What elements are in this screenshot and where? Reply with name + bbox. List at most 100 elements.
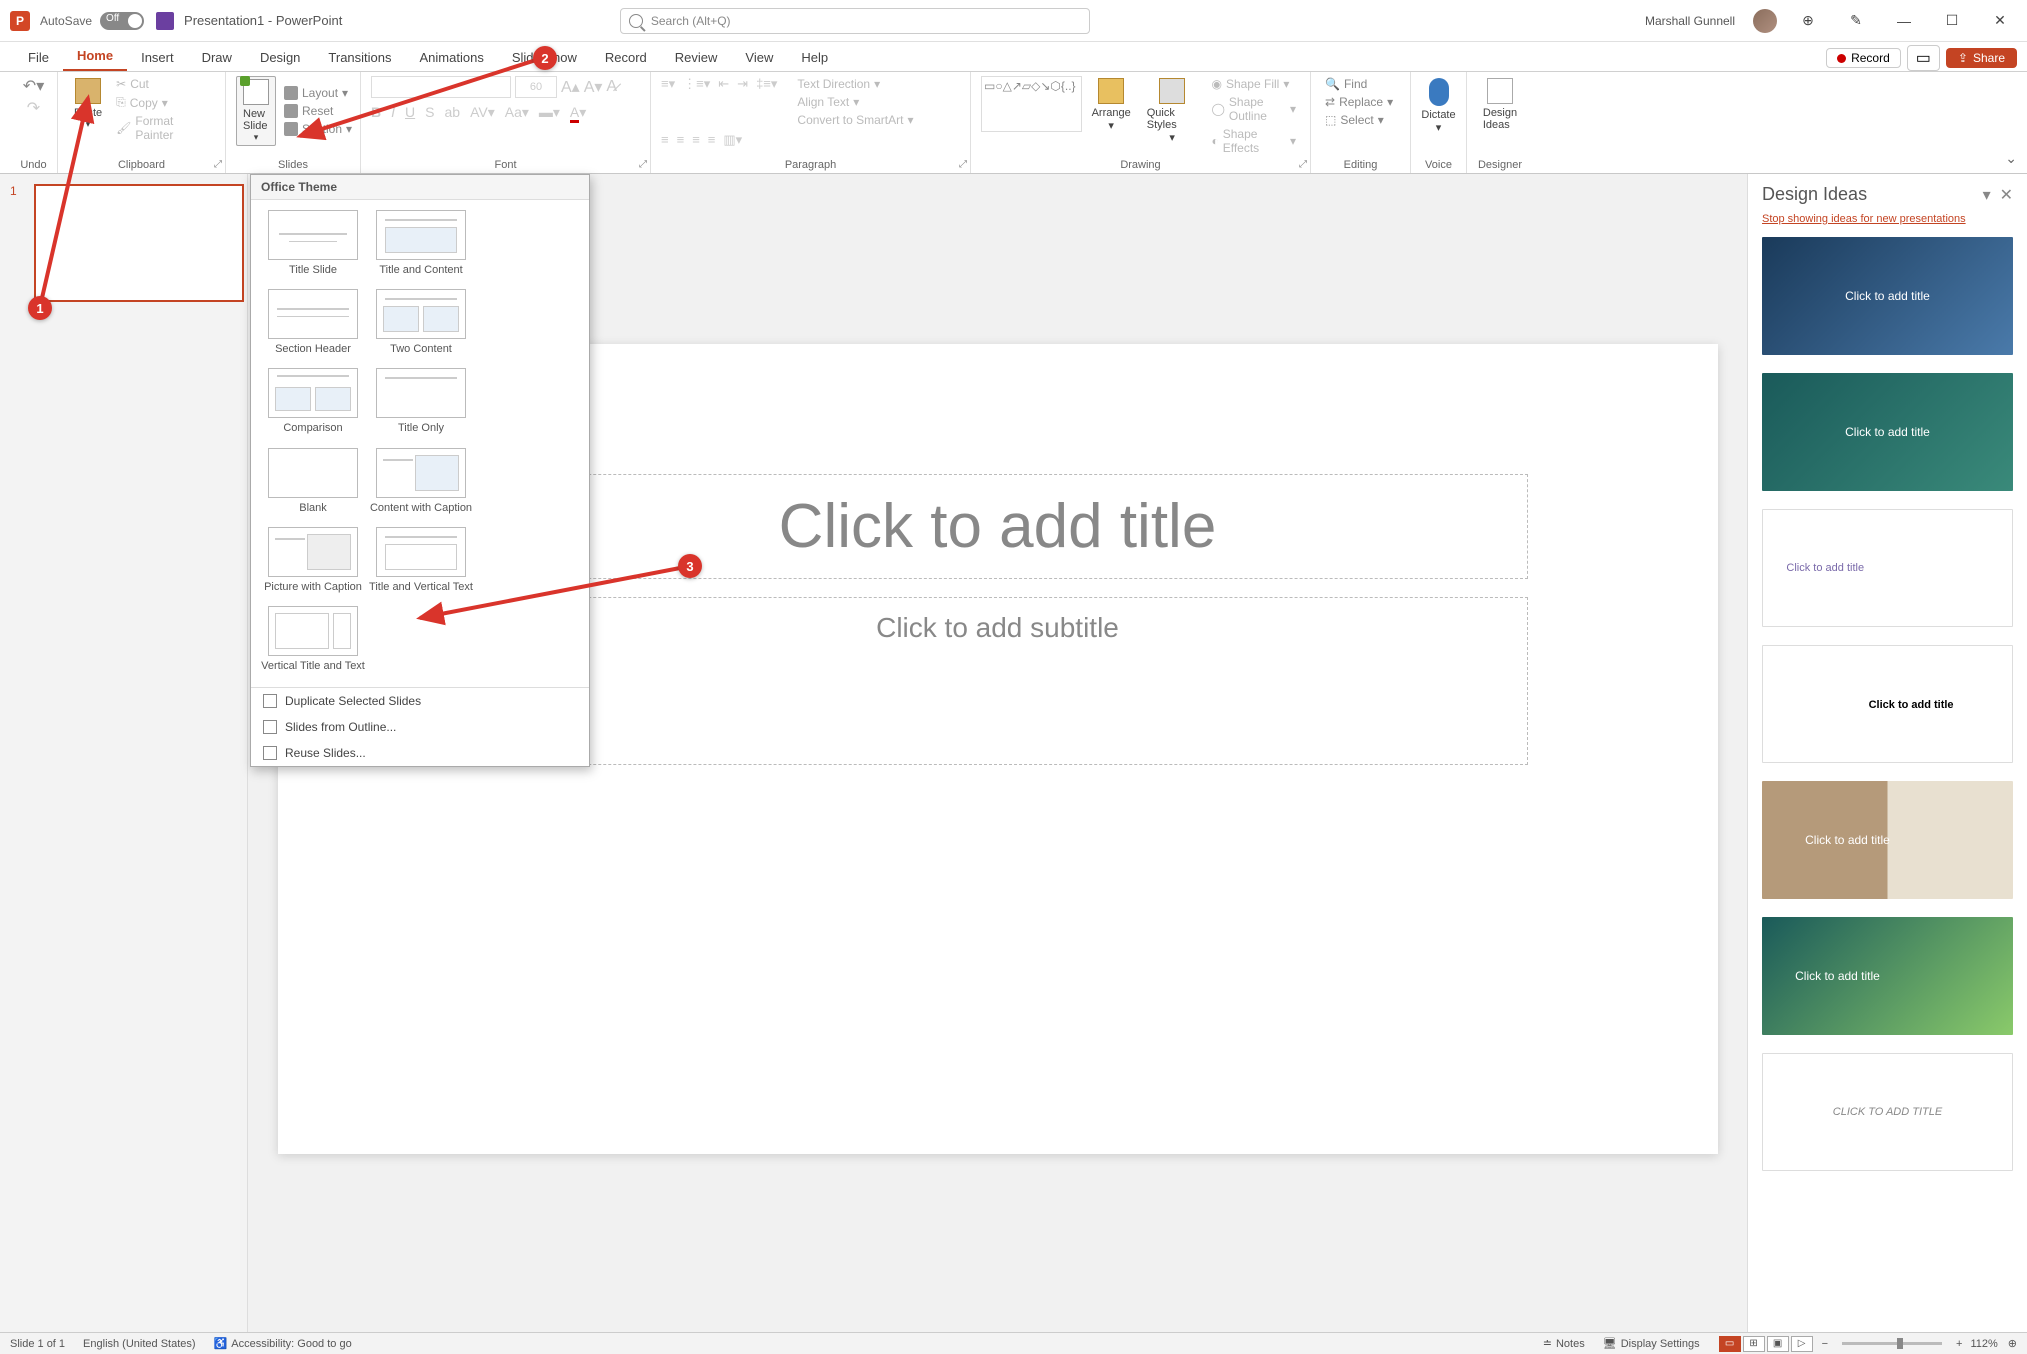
share-button[interactable]: ⇪Share bbox=[1946, 48, 2017, 68]
shape-outline-button[interactable]: ◯Shape Outline▾ bbox=[1207, 94, 1300, 124]
columns-button[interactable]: ▥▾ bbox=[723, 132, 742, 148]
document-title: Presentation1 - PowerPoint bbox=[184, 13, 342, 28]
annotation-callout-2: 2 bbox=[533, 46, 557, 70]
slide-count[interactable]: Slide 1 of 1 bbox=[10, 1338, 65, 1350]
zoom-out-button[interactable]: − bbox=[1822, 1338, 1828, 1350]
paragraph-launcher[interactable]: ⤢ bbox=[959, 159, 967, 170]
zoom-level[interactable]: 112% bbox=[1970, 1338, 1997, 1350]
stop-showing-link[interactable]: Stop showing ideas for new presentations bbox=[1762, 213, 2013, 225]
design-suggestion-3[interactable]: Click to add title bbox=[1762, 509, 2013, 627]
design-suggestion-5[interactable]: Click to add title bbox=[1762, 781, 2013, 899]
design-ideas-title: Design Ideas bbox=[1762, 184, 1867, 205]
line-spacing-button[interactable]: ‡≡▾ bbox=[756, 76, 777, 128]
tab-record[interactable]: Record bbox=[591, 44, 661, 71]
search-icon bbox=[629, 14, 643, 28]
design-suggestion-1[interactable]: Click to add title bbox=[1762, 237, 2013, 355]
status-bar: Slide 1 of 1 English (United States) ♿Ac… bbox=[0, 1332, 2027, 1354]
record-button[interactable]: Record bbox=[1826, 48, 1901, 68]
shapes-gallery[interactable]: ▭○△↗▱◇↘⬡{..} bbox=[981, 76, 1082, 132]
tab-review[interactable]: Review bbox=[661, 44, 732, 71]
select-icon: ⬚ bbox=[1325, 113, 1336, 127]
bullets-button[interactable]: ≡▾ bbox=[661, 76, 675, 128]
layout-content-caption[interactable]: Content with Caption bbox=[367, 444, 475, 523]
find-button[interactable]: 🔍Find bbox=[1321, 76, 1371, 92]
duplicate-slides-item[interactable]: Duplicate Selected Slides bbox=[251, 688, 589, 714]
text-direction-button[interactable]: Text Direction▾ bbox=[793, 76, 884, 92]
dictate-button[interactable]: Dictate▾ bbox=[1421, 76, 1456, 136]
convert-smartart-button[interactable]: Convert to SmartArt▾ bbox=[793, 112, 917, 128]
pen-icon[interactable]: ✎ bbox=[1839, 9, 1873, 33]
zoom-slider[interactable] bbox=[1842, 1342, 1942, 1345]
reuse-slides-item[interactable]: Reuse Slides... bbox=[251, 740, 589, 766]
slideshow-view-button[interactable]: ▷ bbox=[1791, 1336, 1813, 1352]
align-center-button[interactable]: ≡ bbox=[677, 132, 685, 148]
reuse-icon bbox=[263, 746, 277, 760]
select-button[interactable]: ⬚Select▾ bbox=[1321, 112, 1388, 128]
decrease-font-icon[interactable]: A▾ bbox=[584, 77, 603, 97]
share-icon: ⇪ bbox=[1958, 51, 1968, 65]
replace-icon: ⇄ bbox=[1325, 95, 1335, 109]
justify-button[interactable]: ≡ bbox=[708, 132, 716, 148]
design-suggestion-7[interactable]: CLICK TO ADD TITLE bbox=[1762, 1053, 2013, 1171]
search-box[interactable]: Search (Alt+Q) bbox=[620, 8, 1090, 34]
font-launcher[interactable]: ⤢ bbox=[639, 159, 647, 170]
replace-button[interactable]: ⇄Replace▾ bbox=[1321, 94, 1397, 110]
slides-from-outline-item[interactable]: Slides from Outline... bbox=[251, 714, 589, 740]
autosave-toggle[interactable]: Off bbox=[100, 12, 144, 30]
ribbon-collapse-button[interactable]: ⌄ bbox=[2005, 150, 2017, 167]
layout-blank[interactable]: Blank bbox=[259, 444, 367, 523]
quick-styles-button[interactable]: Quick Styles▾ bbox=[1141, 76, 1204, 156]
app-icon: P bbox=[10, 11, 30, 31]
slide-number: 1 bbox=[10, 184, 17, 198]
shape-effects-button[interactable]: ◐Shape Effects▾ bbox=[1207, 126, 1300, 156]
design-suggestion-4[interactable]: Click to add title bbox=[1762, 645, 2013, 763]
user-avatar[interactable] bbox=[1753, 9, 1777, 33]
voice-group-label: Voice bbox=[1421, 157, 1456, 171]
close-button[interactable]: ✕ bbox=[1983, 9, 2017, 33]
fill-icon: ◉ bbox=[1211, 77, 1221, 91]
mic-icon bbox=[1429, 78, 1449, 106]
reading-view-button[interactable]: ▣ bbox=[1767, 1336, 1789, 1352]
layout-comparison[interactable]: Comparison bbox=[259, 364, 367, 443]
minimize-button[interactable]: — bbox=[1887, 9, 1921, 33]
numbering-button[interactable]: ⋮≡▾ bbox=[683, 76, 710, 128]
autosave-label: AutoSave bbox=[40, 14, 92, 28]
drawing-group-label: Drawing bbox=[981, 157, 1300, 171]
design-suggestion-6[interactable]: Click to add title bbox=[1762, 917, 2013, 1035]
layout-title-only[interactable]: Title Only bbox=[367, 364, 475, 443]
clear-format-icon[interactable]: A̷ bbox=[606, 78, 617, 96]
maximize-button[interactable]: ☐ bbox=[1935, 9, 1969, 33]
annotation-callout-1: 1 bbox=[28, 296, 52, 320]
design-ideas-button[interactable]: Design Ideas bbox=[1477, 76, 1523, 133]
annotation-arrow-1to2 bbox=[20, 40, 580, 340]
record-dot-icon bbox=[1837, 54, 1846, 63]
present-mode-button[interactable]: ▭ bbox=[1907, 45, 1940, 71]
arrange-button[interactable]: Arrange▾ bbox=[1086, 76, 1137, 156]
align-left-button[interactable]: ≡ bbox=[661, 132, 669, 148]
decrease-indent-button[interactable]: ⇤ bbox=[718, 76, 729, 128]
zoom-in-button[interactable]: + bbox=[1956, 1338, 1962, 1350]
normal-view-button[interactable]: ▭ bbox=[1719, 1336, 1741, 1352]
design-pane-options[interactable]: ▾ ✕ bbox=[1983, 185, 2013, 205]
language-status[interactable]: English (United States) bbox=[83, 1338, 196, 1350]
shape-fill-button[interactable]: ◉Shape Fill▾ bbox=[1207, 76, 1293, 92]
globe-icon[interactable]: ⊕ bbox=[1791, 9, 1825, 33]
accessibility-status[interactable]: ♿Accessibility: Good to go bbox=[214, 1337, 352, 1350]
tab-view[interactable]: View bbox=[731, 44, 787, 71]
design-suggestion-2[interactable]: Click to add title bbox=[1762, 373, 2013, 491]
fit-to-window-button[interactable]: ⊕ bbox=[2008, 1337, 2017, 1350]
paragraph-group-label: Paragraph bbox=[661, 157, 960, 171]
notes-button[interactable]: ≐Notes bbox=[1543, 1337, 1585, 1350]
arrange-icon bbox=[1098, 78, 1124, 104]
increase-indent-button[interactable]: ⇥ bbox=[737, 76, 748, 128]
display-settings-button[interactable]: 🖥Display Settings bbox=[1603, 1337, 1700, 1350]
drawing-launcher[interactable]: ⤢ bbox=[1299, 159, 1307, 170]
align-text-button[interactable]: Align Text▾ bbox=[793, 94, 863, 110]
user-name[interactable]: Marshall Gunnell bbox=[1645, 14, 1735, 28]
accessibility-icon: ♿ bbox=[214, 1337, 228, 1350]
sorter-view-button[interactable]: ⊞ bbox=[1743, 1336, 1765, 1352]
outline-doc-icon bbox=[263, 720, 277, 734]
save-icon[interactable] bbox=[156, 12, 174, 30]
align-right-button[interactable]: ≡ bbox=[692, 132, 700, 148]
tab-help[interactable]: Help bbox=[787, 44, 842, 71]
